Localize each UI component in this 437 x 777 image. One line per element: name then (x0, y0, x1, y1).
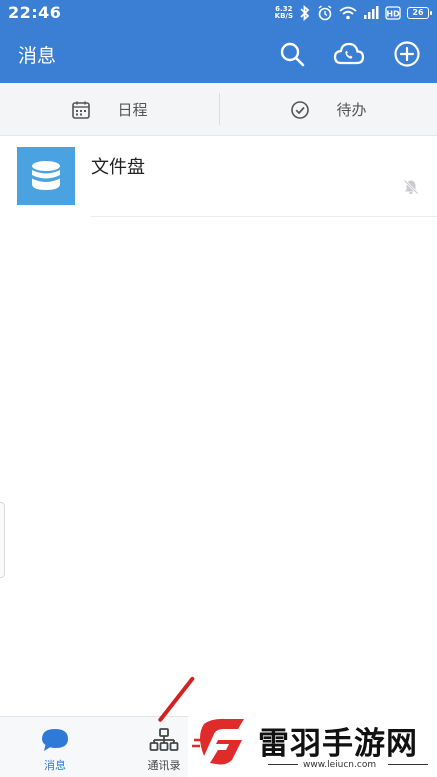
cloud-phone-icon (333, 42, 365, 65)
net-speed-unit: KB/S (274, 12, 293, 20)
cloud-phone-button[interactable] (333, 38, 365, 70)
mute-bell-icon (403, 179, 419, 195)
tab-schedule-label: 日程 (117, 101, 148, 119)
chat-bubble-icon (42, 729, 68, 751)
org-chart-icon (149, 728, 179, 751)
side-drag-handle[interactable] (0, 502, 5, 578)
search-button[interactable] (276, 38, 308, 70)
shortcut-tabs: 日程 待办 (0, 83, 437, 136)
top-bar: 22:46 6.32 KB/S HD 26 消息 (0, 0, 437, 83)
watermark-line-left (268, 764, 298, 765)
svg-text:HD: HD (386, 10, 400, 19)
list-item[interactable]: 文件盘 (0, 137, 437, 217)
database-icon (32, 161, 60, 190)
watermark-text: 雷羽手游网 (258, 726, 418, 762)
check-circle-icon (291, 100, 310, 119)
add-icon (394, 41, 420, 67)
hd-icon: HD (385, 6, 401, 20)
tab-todo-label: 待办 (336, 101, 367, 119)
calendar-icon (72, 101, 91, 119)
nav-messages[interactable]: 消息 (20, 717, 90, 777)
conversation-name: 文件盘 (91, 157, 145, 178)
watermark-url: www.leiucn.com (303, 760, 377, 770)
app-screen: 22:46 6.32 KB/S HD 26 消息 日程 待办 文件盘 消息 通讯… (0, 0, 437, 777)
alarm-icon (318, 5, 332, 21)
battery-indicator: 26 (407, 7, 432, 19)
avatar (17, 147, 75, 205)
site-logo-icon (192, 718, 244, 765)
app-header: 消息 (0, 26, 437, 83)
site-watermark: 雷羽手游网 www.leiucn.com (188, 702, 437, 777)
net-speed: 6.32 KB/S (275, 6, 293, 20)
signal-icon (364, 6, 379, 19)
status-bar: 22:46 6.32 KB/S HD 26 (0, 0, 437, 26)
status-icons: 6.32 KB/S HD 26 (275, 4, 432, 22)
tab-schedule[interactable]: 日程 (0, 83, 219, 136)
search-icon (280, 42, 305, 67)
nav-messages-label: 消息 (44, 759, 66, 772)
status-time: 22:46 (8, 3, 62, 22)
tab-todo[interactable]: 待办 (220, 83, 437, 136)
row-divider (91, 216, 437, 217)
watermark-line-right (388, 764, 428, 765)
page-title: 消息 (18, 45, 57, 67)
wifi-icon (339, 6, 357, 20)
add-button[interactable] (391, 38, 423, 70)
bluetooth-icon (300, 5, 310, 21)
